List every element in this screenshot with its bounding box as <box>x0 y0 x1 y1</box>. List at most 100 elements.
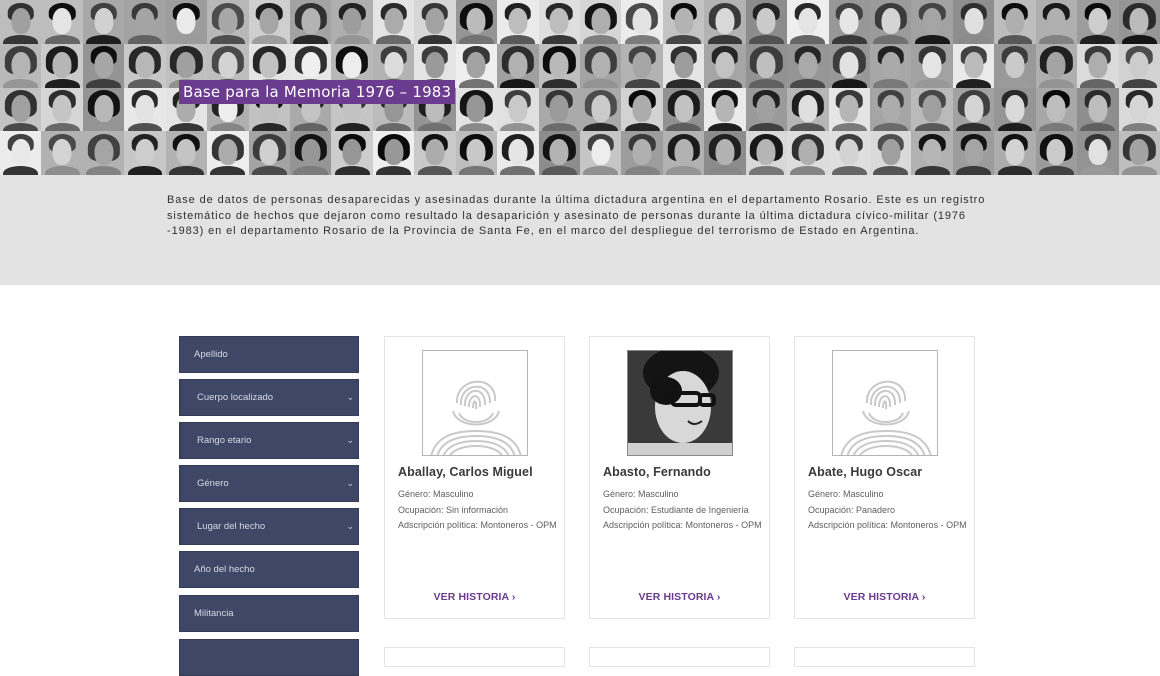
portrait-photo <box>41 87 83 132</box>
filter-label: Lugar del hecho <box>197 521 266 532</box>
portrait-photo <box>994 87 1036 132</box>
portrait-photo <box>621 131 663 175</box>
portrait-photo <box>704 43 746 88</box>
portrait-photo <box>911 87 953 132</box>
portrait-photo <box>248 131 290 175</box>
portrait-photo <box>579 0 622 44</box>
fingerprint-placeholder-icon <box>422 350 528 456</box>
portrait-photo <box>455 0 498 44</box>
portrait-photo <box>165 0 208 44</box>
person-card: Abasto, Fernando Género: Masculino Ocupa… <box>589 336 770 619</box>
hero-banner: Base para la Memoria 1976 – 1983 <box>0 0 1160 175</box>
portrait-photo <box>289 131 332 175</box>
portrait-photo <box>828 131 870 175</box>
filter-label: Género <box>197 478 229 489</box>
portrait-photo <box>455 131 498 175</box>
portrait-photo <box>0 87 42 132</box>
person-name: Aballay, Carlos Miguel <box>398 465 533 479</box>
portrait-photo <box>579 87 622 132</box>
portrait-photo <box>538 131 580 175</box>
portrait-photo <box>0 0 42 44</box>
portrait-photo <box>787 87 829 132</box>
portrait-photo <box>704 131 746 175</box>
portrait-photo <box>0 43 42 88</box>
portrait-photo <box>372 0 415 44</box>
person-details: Género: Masculino Ocupación: Estudiante … <box>603 487 763 534</box>
portrait-photo <box>662 0 705 44</box>
portrait-photo <box>124 87 166 132</box>
person-card <box>384 647 565 667</box>
portrait-photo <box>1118 131 1160 175</box>
filter-rango-etario-select[interactable]: Rango etario ⌄ <box>179 422 359 459</box>
portrait-photo <box>704 0 746 44</box>
site-description: Base de datos de personas desaparecidas … <box>167 194 986 237</box>
portrait-photo <box>1118 43 1160 88</box>
person-ocupacion: Ocupación: Estudiante de Ingeniería <box>603 504 749 515</box>
portrait-photo <box>828 43 870 88</box>
portrait-photo <box>124 43 166 88</box>
portrait-photo <box>869 0 912 44</box>
person-adscripcion: Adscripción política: Montoneros - OPM <box>808 520 967 530</box>
portrait-photo <box>1035 131 1078 175</box>
filter-lugar-del-hecho-select[interactable]: Lugar del hecho ⌄ <box>179 508 359 545</box>
filter-next-input[interactable] <box>179 639 359 676</box>
portrait-photo <box>869 131 912 175</box>
portrait-photo <box>745 131 788 175</box>
portrait-photo <box>994 43 1036 88</box>
portrait-photo <box>828 0 870 44</box>
portrait-photo <box>82 0 125 44</box>
portrait-photo <box>538 0 580 44</box>
filter-genero-select[interactable]: Género ⌄ <box>179 465 359 502</box>
person-genero: Género: Masculino <box>808 489 884 499</box>
filter-label: Cuerpo localizado <box>197 392 274 403</box>
person-card <box>794 647 975 667</box>
portrait-photo <box>952 43 995 88</box>
portrait-photo <box>207 0 249 44</box>
portrait-photo <box>745 0 788 44</box>
portrait-photo <box>994 131 1036 175</box>
person-card: Aballay, Carlos Miguel Género: Masculino… <box>384 336 565 619</box>
person-ocupacion: Ocupación: Sin información <box>398 504 509 515</box>
portrait-photo <box>372 131 415 175</box>
filter-label: Apellido <box>194 349 228 360</box>
chevron-down-icon: ⌄ <box>346 521 354 531</box>
ver-historia-link[interactable]: VER HISTORIA › <box>795 591 974 603</box>
portrait-photo <box>207 131 249 175</box>
portrait-photo <box>952 131 995 175</box>
portrait-photo <box>538 87 580 132</box>
portrait-photo <box>1077 87 1119 132</box>
person-ocupacion: Ocupación: Panadero <box>808 504 896 515</box>
person-photo <box>627 350 733 456</box>
filter-apellido-input[interactable]: Apellido <box>179 336 359 373</box>
portrait-photo <box>124 0 166 44</box>
portrait-photo <box>662 43 705 88</box>
portrait-photo <box>745 87 788 132</box>
person-details: Género: Masculino Ocupación: Sin informa… <box>398 487 558 534</box>
ver-historia-link[interactable]: VER HISTORIA › <box>385 591 564 603</box>
chevron-down-icon: ⌄ <box>346 392 354 402</box>
portrait-photo <box>455 87 498 132</box>
portrait-photo <box>579 43 622 88</box>
portrait-photo <box>41 43 83 88</box>
portrait-photo <box>869 87 912 132</box>
portrait-photo <box>497 87 539 132</box>
portrait-photo <box>662 87 705 132</box>
portrait-photo <box>165 131 208 175</box>
portrait-photo <box>745 43 788 88</box>
filter-anio-del-hecho-input[interactable]: Año del hecho <box>179 551 359 588</box>
ver-historia-link[interactable]: VER HISTORIA › <box>590 591 769 603</box>
portrait-photo <box>621 43 663 88</box>
filter-cuerpo-localizado-select[interactable]: Cuerpo localizado ⌄ <box>179 379 359 416</box>
portrait-photo <box>82 43 125 88</box>
person-name: Abate, Hugo Oscar <box>808 465 923 479</box>
portrait-photo <box>994 0 1036 44</box>
portrait-photo <box>124 131 166 175</box>
portrait-photo <box>289 0 332 44</box>
person-details: Género: Masculino Ocupación: Panadero Ad… <box>808 487 968 534</box>
portrait-photo <box>1118 0 1160 44</box>
portrait-photo <box>787 131 829 175</box>
portrait-photo <box>1035 43 1078 88</box>
portrait-photo <box>497 43 539 88</box>
filter-label: Rango etario <box>197 435 252 446</box>
filter-militancia-input[interactable]: Militancia <box>179 595 359 632</box>
